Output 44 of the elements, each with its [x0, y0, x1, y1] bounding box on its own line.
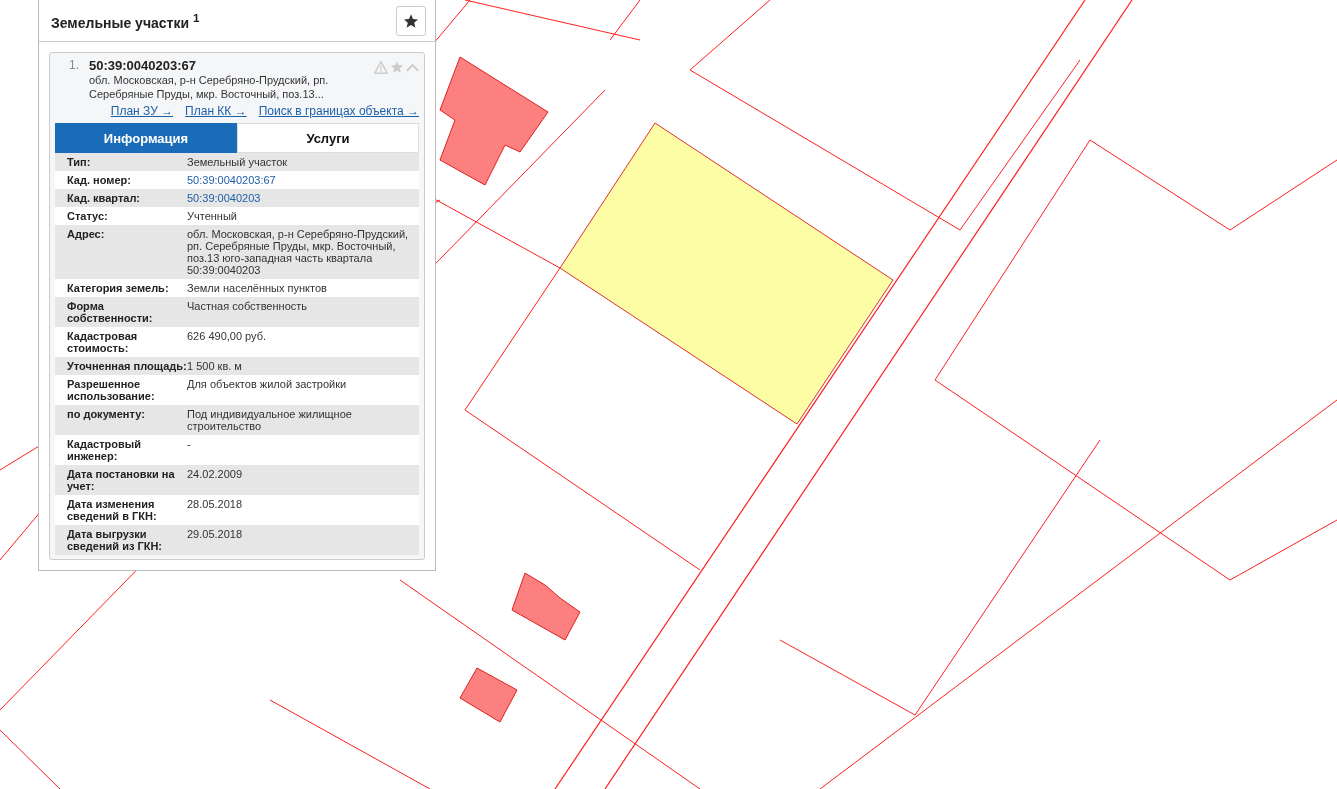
- field-label: Дата изменения сведений в ГКН:: [67, 498, 158, 522]
- result-address: обл. Московская, р-н Серебряно-Прудский, рп. Серебряные Пруды, мкр. Восточный, поз.13...: [89, 73, 330, 101]
- field-label: Статус:: [67, 210, 109, 222]
- map-link[interactable]: Поиск в границах объекта →: [258, 104, 419, 118]
- field-link[interactable]: 50:39:0040203:67: [187, 174, 419, 186]
- field-value: 1 500 кв. м: [187, 360, 243, 372]
- field-value: 24.02.2009: [187, 468, 244, 482]
- result-index: 1.: [68, 58, 80, 72]
- map-link[interactable]: План КК →: [185, 104, 247, 118]
- field-value: Частная собственность: [187, 300, 309, 314]
- field-value: Земли населённых пунктов: [187, 282, 328, 294]
- tab[interactable]: Информация: [55, 123, 237, 153]
- star-icon[interactable]: [390, 60, 404, 74]
- map-link[interactable]: План ЗУ →: [110, 104, 174, 118]
- field-value: 626 490,00 руб.: [187, 330, 268, 344]
- field-label: по документу:: [67, 408, 146, 422]
- field-value: Учтенный: [187, 210, 238, 222]
- field-value: Под индивидуальное жилищное строительство: [187, 408, 353, 432]
- field-label: Дата постановки на учет:: [67, 468, 176, 492]
- field-label: Кад. квартал:: [67, 192, 142, 204]
- field-value: 28.05.2018: [187, 498, 244, 512]
- field-label: Кад. номер:: [67, 174, 132, 186]
- field-label: Категория земель:: [67, 282, 170, 294]
- panel-title: Земельные участки $^{1}$: [51, 10, 200, 31]
- field-label: Уточненная площадь:: [67, 360, 187, 372]
- field-label: Кадастровая стоимость:: [67, 330, 139, 354]
- field-value: Земельный участок: [187, 156, 289, 168]
- collapse-icon[interactable]: [406, 62, 419, 72]
- field-label: Форма собственности:: [67, 300, 154, 324]
- field-value: обл. Московская, р-н Серебряно-Прудский, рп. Серебряные Пруды, мкр. Восточный, поз.13 юго-западная часть квартала 50:39:0040203: [187, 228, 410, 276]
- field-value: 29.05.2018: [187, 528, 244, 542]
- favorite-button[interactable]: [396, 5, 426, 36]
- field-value: Для объектов жилой застройки: [187, 378, 348, 392]
- tab[interactable]: Услуги: [237, 123, 419, 153]
- cadastral-number: 50:39:0040203:67: [89, 58, 197, 73]
- field-label: Тип:: [67, 156, 92, 168]
- field-label: Кадастровый инженер:: [67, 438, 142, 462]
- field-label: Разрешенное использование:: [67, 378, 156, 402]
- field-value: -: [187, 438, 192, 452]
- field-link[interactable]: 50:39:0040203: [187, 192, 419, 204]
- field-label: Адрес:: [67, 228, 106, 242]
- warning-icon[interactable]: [374, 60, 388, 74]
- field-label: Дата выгрузки сведений из ГКН:: [67, 528, 164, 552]
- star-icon: [403, 12, 419, 29]
